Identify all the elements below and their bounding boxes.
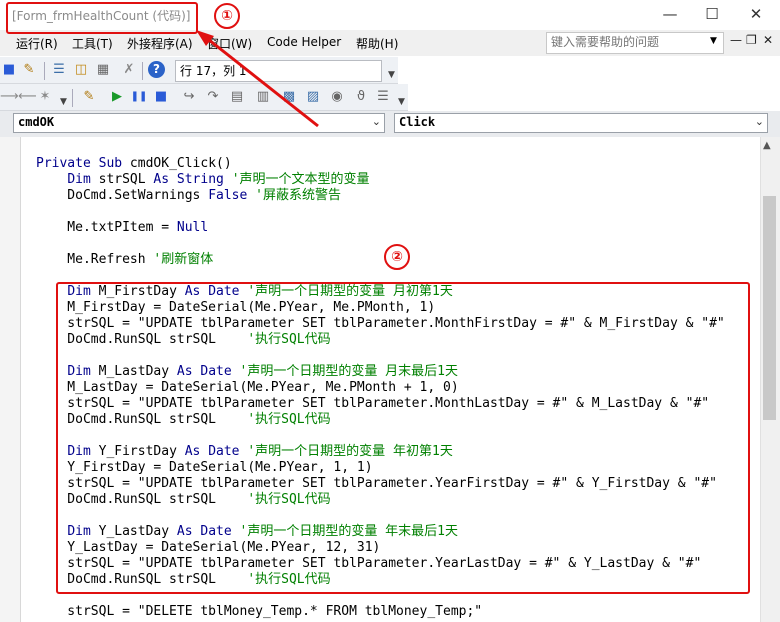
scrollbar-thumb[interactable] <box>763 196 776 420</box>
code-line: Private Sub cmdOK_Click() <box>36 156 232 171</box>
code-line: Dim strSQL As String '声明一个文本型的变量 <box>67 172 370 187</box>
highlight-code-box <box>56 282 750 594</box>
annotation-arrow <box>196 30 319 128</box>
scroll-up-icon[interactable]: ▲ <box>763 140 771 151</box>
annotation-badge-2: ② <box>384 244 410 270</box>
code-gutter <box>0 137 21 622</box>
code-line: DoCmd.SetWarnings False '屏蔽系统警告 <box>36 188 341 203</box>
code-line: Me.Refresh '刷新窗体 <box>36 252 214 267</box>
code-line: strSQL = "DELETE tblMoney_Temp.* FROM tb… <box>36 604 483 619</box>
code-line: Me.txtPItem = Null <box>36 220 209 235</box>
